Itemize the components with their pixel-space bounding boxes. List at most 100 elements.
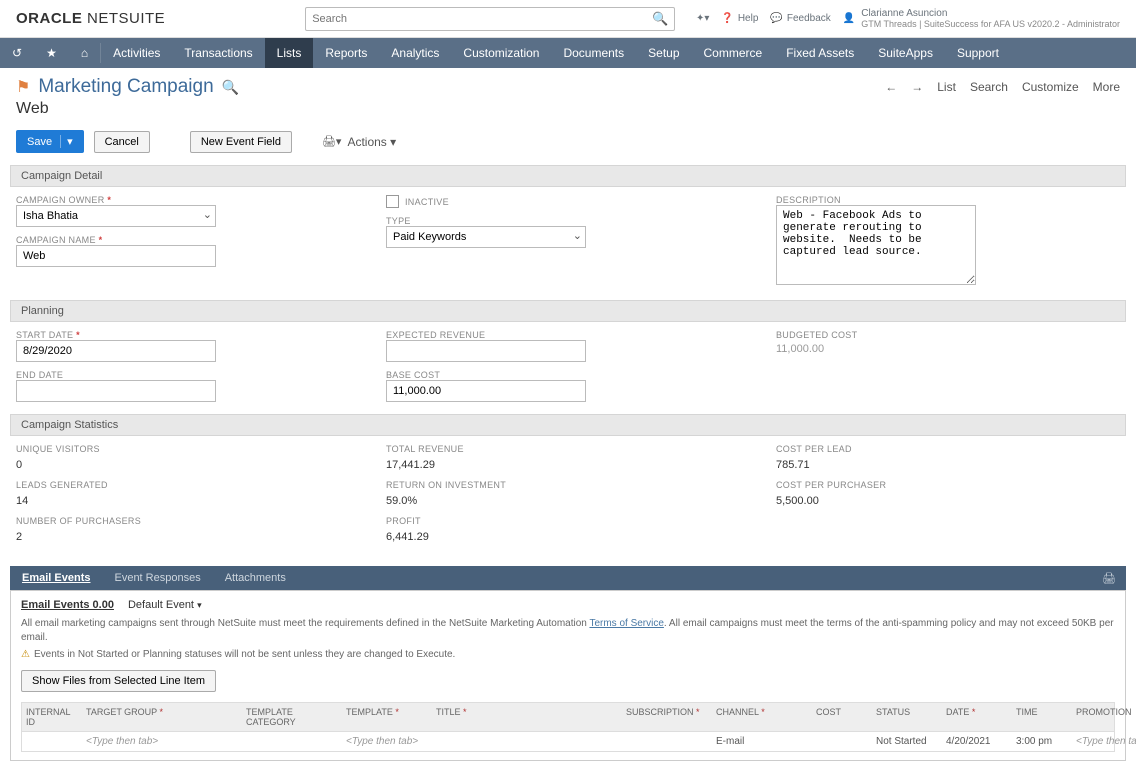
user-icon: 👤 <box>843 13 855 24</box>
new-event-field-button[interactable]: New Event Field <box>190 131 292 153</box>
nav-commerce[interactable]: Commerce <box>692 38 775 68</box>
dropdown-icon[interactable]: ⌄ <box>573 229 582 242</box>
cost-per-lead-label: COST PER LEAD <box>776 444 1120 454</box>
nav-home-icon[interactable]: ⌂ <box>69 38 100 68</box>
campaign-name-label: CAMPAIGN NAME * <box>16 235 376 245</box>
more-link[interactable]: More <box>1093 80 1120 94</box>
subtab-event-responses[interactable]: Event Responses <box>102 566 212 590</box>
global-create-icon[interactable]: ✦▾ <box>696 13 709 24</box>
user-name: Clarianne Asuncion <box>861 8 1120 19</box>
actions-menu[interactable]: Actions ▾ <box>347 135 396 149</box>
global-search[interactable]: 🔍 <box>305 7 675 31</box>
main-nav: ↺ ★ ⌂ Activities Transactions Lists Repo… <box>0 38 1136 68</box>
grid-row[interactable]: <Type then tab> <Type then tab> E-mail N… <box>21 732 1115 752</box>
leads-generated-label: LEADS GENERATED <box>16 480 376 490</box>
nav-transactions[interactable]: Transactions <box>172 38 264 68</box>
nav-setup[interactable]: Setup <box>636 38 691 68</box>
logo: ORACLE NETSUITE <box>16 10 165 27</box>
save-button[interactable]: Save▾ <box>16 130 84 153</box>
nav-fixed-assets[interactable]: Fixed Assets <box>774 38 866 68</box>
page-search-icon[interactable]: 🔍 <box>222 79 239 96</box>
col-template[interactable]: TEMPLATE * <box>342 703 432 731</box>
help-link[interactable]: ❓ Help <box>721 13 758 24</box>
campaign-owner-label: CAMPAIGN OWNER * <box>16 195 376 205</box>
search-link[interactable]: Search <box>970 80 1008 94</box>
policy-text: All email marketing campaigns sent throu… <box>21 617 1115 645</box>
feedback-link[interactable]: 💬 Feedback <box>770 13 830 24</box>
col-promotion[interactable]: PROMOTION <box>1072 703 1136 731</box>
col-cost[interactable]: COST <box>812 703 872 731</box>
cell-template[interactable]: <Type then tab> <box>342 732 432 751</box>
nav-customization[interactable]: Customization <box>451 38 551 68</box>
description-field[interactable]: Web - Facebook Ads to generate rerouting… <box>776 205 976 285</box>
nav-star-icon[interactable]: ★ <box>34 38 69 68</box>
cost-per-purchaser-label: COST PER PURCHASER <box>776 480 1120 490</box>
profit-value: 6,441.29 <box>386 528 766 546</box>
cancel-button[interactable]: Cancel <box>94 131 150 153</box>
col-title[interactable]: TITLE * <box>432 703 622 731</box>
total-revenue-label: TOTAL REVENUE <box>386 444 766 454</box>
user-menu[interactable]: 👤 Clarianne Asuncion GTM Threads | Suite… <box>843 8 1120 30</box>
cell-time[interactable]: 3:00 pm <box>1012 732 1072 751</box>
print-icon[interactable]: 🖨▾ <box>322 135 342 148</box>
nav-reports[interactable]: Reports <box>313 38 379 68</box>
number-purchasers-label: NUMBER OF PURCHASERS <box>16 516 376 526</box>
warning-icon: ⚠ <box>21 649 30 660</box>
nav-activities[interactable]: Activities <box>101 38 172 68</box>
inner-tab-email-events[interactable]: Email Events 0.00 <box>21 599 114 611</box>
unique-visitors-label: UNIQUE VISITORS <box>16 444 376 454</box>
global-header: ORACLE NETSUITE 🔍 ✦▾ ❓ Help 💬 Feedback 👤… <box>0 0 1136 38</box>
description-label: DESCRIPTION <box>776 195 1120 205</box>
email-events-panel: Email Events 0.00 Default Event ▾ All em… <box>10 590 1126 761</box>
profit-label: PROFIT <box>386 516 766 526</box>
end-date-field[interactable] <box>16 380 216 402</box>
section-planning: Planning <box>10 300 1126 322</box>
cell-status[interactable]: Not Started <box>872 732 942 751</box>
cell-channel[interactable]: E-mail <box>712 732 812 751</box>
back-arrow-icon[interactable]: ← <box>885 80 897 94</box>
search-icon[interactable]: 🔍 <box>652 11 668 27</box>
list-link[interactable]: List <box>937 80 956 94</box>
nav-documents[interactable]: Documents <box>551 38 636 68</box>
base-cost-label: BASE COST <box>386 370 766 380</box>
inactive-checkbox[interactable] <box>386 195 399 208</box>
budgeted-cost-value: 11,000.00 <box>776 340 1120 358</box>
nav-suiteapps[interactable]: SuiteApps <box>866 38 945 68</box>
base-cost-field[interactable] <box>386 380 586 402</box>
subtab-email-events[interactable]: Email Events <box>10 566 102 590</box>
col-time[interactable]: TIME <box>1012 703 1072 731</box>
expected-revenue-field[interactable] <box>386 340 586 362</box>
nav-analytics[interactable]: Analytics <box>379 38 451 68</box>
col-template-category[interactable]: TEMPLATE CATEGORY <box>242 703 342 731</box>
forward-arrow-icon[interactable]: → <box>911 80 923 94</box>
col-subscription[interactable]: SUBSCRIPTION * <box>622 703 712 731</box>
search-input[interactable] <box>312 13 652 25</box>
dropdown-icon[interactable]: ⌄ <box>203 208 212 221</box>
roi-value: 59.0% <box>386 492 766 510</box>
col-date[interactable]: DATE * <box>942 703 1012 731</box>
customize-link[interactable]: Customize <box>1022 80 1079 94</box>
campaign-name-field[interactable] <box>16 245 216 267</box>
page-title: Marketing Campaign <box>38 76 213 98</box>
type-field[interactable] <box>386 226 586 248</box>
type-label: TYPE <box>386 216 766 226</box>
terms-of-service-link[interactable]: Terms of Service <box>589 618 663 629</box>
show-files-button[interactable]: Show Files from Selected Line Item <box>21 670 216 692</box>
campaign-owner-field[interactable] <box>16 205 216 227</box>
cell-target-group[interactable]: <Type then tab> <box>82 732 242 751</box>
cell-date[interactable]: 4/20/2021 <box>942 732 1012 751</box>
nav-support[interactable]: Support <box>945 38 1011 68</box>
cell-promotion[interactable]: <Type then tab> <box>1072 732 1136 751</box>
inner-tab-default-event[interactable]: Default Event ▾ <box>128 599 202 611</box>
subtab-attachments[interactable]: Attachments <box>213 566 298 590</box>
subtab-printer-icon[interactable]: 🖨 <box>1102 572 1126 585</box>
page-subtitle: Web <box>16 100 1120 118</box>
nav-recent-icon[interactable]: ↺ <box>0 38 34 68</box>
col-channel[interactable]: CHANNEL * <box>712 703 812 731</box>
start-date-field[interactable] <box>16 340 216 362</box>
warning-text: Events in Not Started or Planning status… <box>34 649 455 660</box>
unique-visitors-value: 0 <box>16 456 376 474</box>
col-target-group[interactable]: TARGET GROUP * <box>82 703 242 731</box>
nav-lists[interactable]: Lists <box>265 38 314 68</box>
col-status[interactable]: STATUS <box>872 703 942 731</box>
